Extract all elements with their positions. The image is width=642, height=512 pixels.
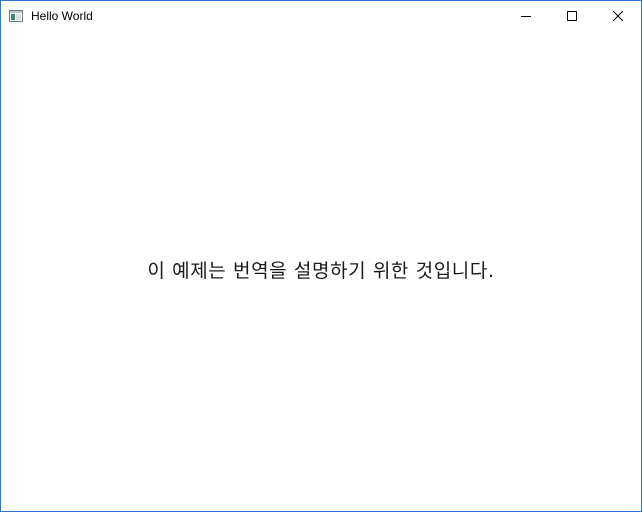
client-area: 이 예제는 번역을 설명하기 위한 것입니다. xyxy=(1,31,641,511)
app-window: Hello World 이 예제는 번역을 설명하기 위한 것입니다. xyxy=(0,0,642,512)
minimize-button[interactable] xyxy=(503,1,549,31)
window-title: Hello World xyxy=(31,9,93,23)
minimize-icon xyxy=(521,11,531,21)
close-icon xyxy=(613,11,623,21)
translated-message-label: 이 예제는 번역을 설명하기 위한 것입니다. xyxy=(147,260,495,282)
maximize-icon xyxy=(567,11,577,21)
close-button[interactable] xyxy=(595,1,641,31)
window-app-icon[interactable] xyxy=(9,9,23,22)
title-bar[interactable]: Hello World xyxy=(1,1,641,31)
maximize-button[interactable] xyxy=(549,1,595,31)
